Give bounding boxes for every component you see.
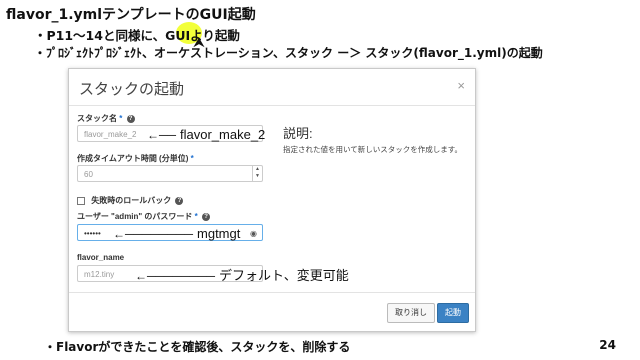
spinner-arrows-icon[interactable]: ▲ ▼: [252, 166, 262, 181]
help-icon[interactable]: ?: [175, 196, 184, 205]
annotation-password: ←──────── mgtmgt: [113, 226, 241, 241]
arrow-left-icon: ←────────: [135, 269, 216, 283]
eye-icon[interactable]: ◉: [250, 225, 257, 242]
description-text: 指定された値を用いて新しいスタックを作成します。: [283, 145, 463, 154]
dialog-title: スタックの起動: [79, 81, 185, 98]
close-icon[interactable]: ×: [457, 78, 465, 93]
password-label: ユーザー "admin" のパスワード * ?: [77, 211, 211, 222]
timeout-input[interactable]: 60 ▲ ▼: [77, 165, 263, 182]
password-value: ••••••: [84, 229, 101, 238]
required-marker: *: [119, 114, 123, 123]
rollback-checkbox[interactable]: 失敗時のロールバック ?: [77, 195, 184, 206]
stack-name-label: スタック名 * ?: [77, 113, 135, 124]
required-marker: *: [190, 154, 194, 163]
bullet-stack-path: ・ﾌﾟﾛｼﾞｪｸﾄﾌﾟﾛｼﾞｪｸﾄ、オーケストレーション、スタック ー＞ スタッ…: [34, 46, 543, 60]
annotation-flavor: ←──────── デフォルト、変更可能: [135, 268, 349, 283]
help-icon[interactable]: ?: [126, 114, 135, 123]
required-marker: *: [194, 212, 198, 221]
dialog-footer: 取り消し 起動: [69, 292, 475, 331]
annotation-stack-name: ←── flavor_make_2: [147, 127, 266, 142]
description-title: 説明:: [283, 126, 313, 141]
arrow-left-icon: ←────────: [113, 227, 194, 241]
timeout-value: 60: [84, 170, 93, 179]
bullet-gui-launch: ・P11～14と同様に、GUIより起動: [34, 28, 240, 43]
timeout-label: 作成タイムアウト時間 (分単位) *: [77, 154, 194, 163]
flavor-name-label: flavor_name: [77, 253, 125, 262]
arrow-left-icon: ←──: [147, 128, 177, 142]
help-icon[interactable]: ?: [202, 212, 211, 221]
launch-button[interactable]: 起動: [437, 303, 469, 323]
checkbox-icon[interactable]: [77, 196, 85, 205]
cancel-button[interactable]: 取り消し: [387, 303, 435, 323]
launch-stack-dialog: スタックの起動 × スタック名 * ? flavor_make_2 作成タイムア…: [68, 68, 476, 332]
slide-title: flavor_1.ymlテンプレートのGUI起動: [6, 7, 256, 23]
page-number: 24: [599, 338, 616, 352]
dialog-header: スタックの起動 ×: [69, 69, 475, 106]
bullet-delete-stack: ・Flavorができたことを確認後、スタックを、削除する: [44, 340, 351, 354]
